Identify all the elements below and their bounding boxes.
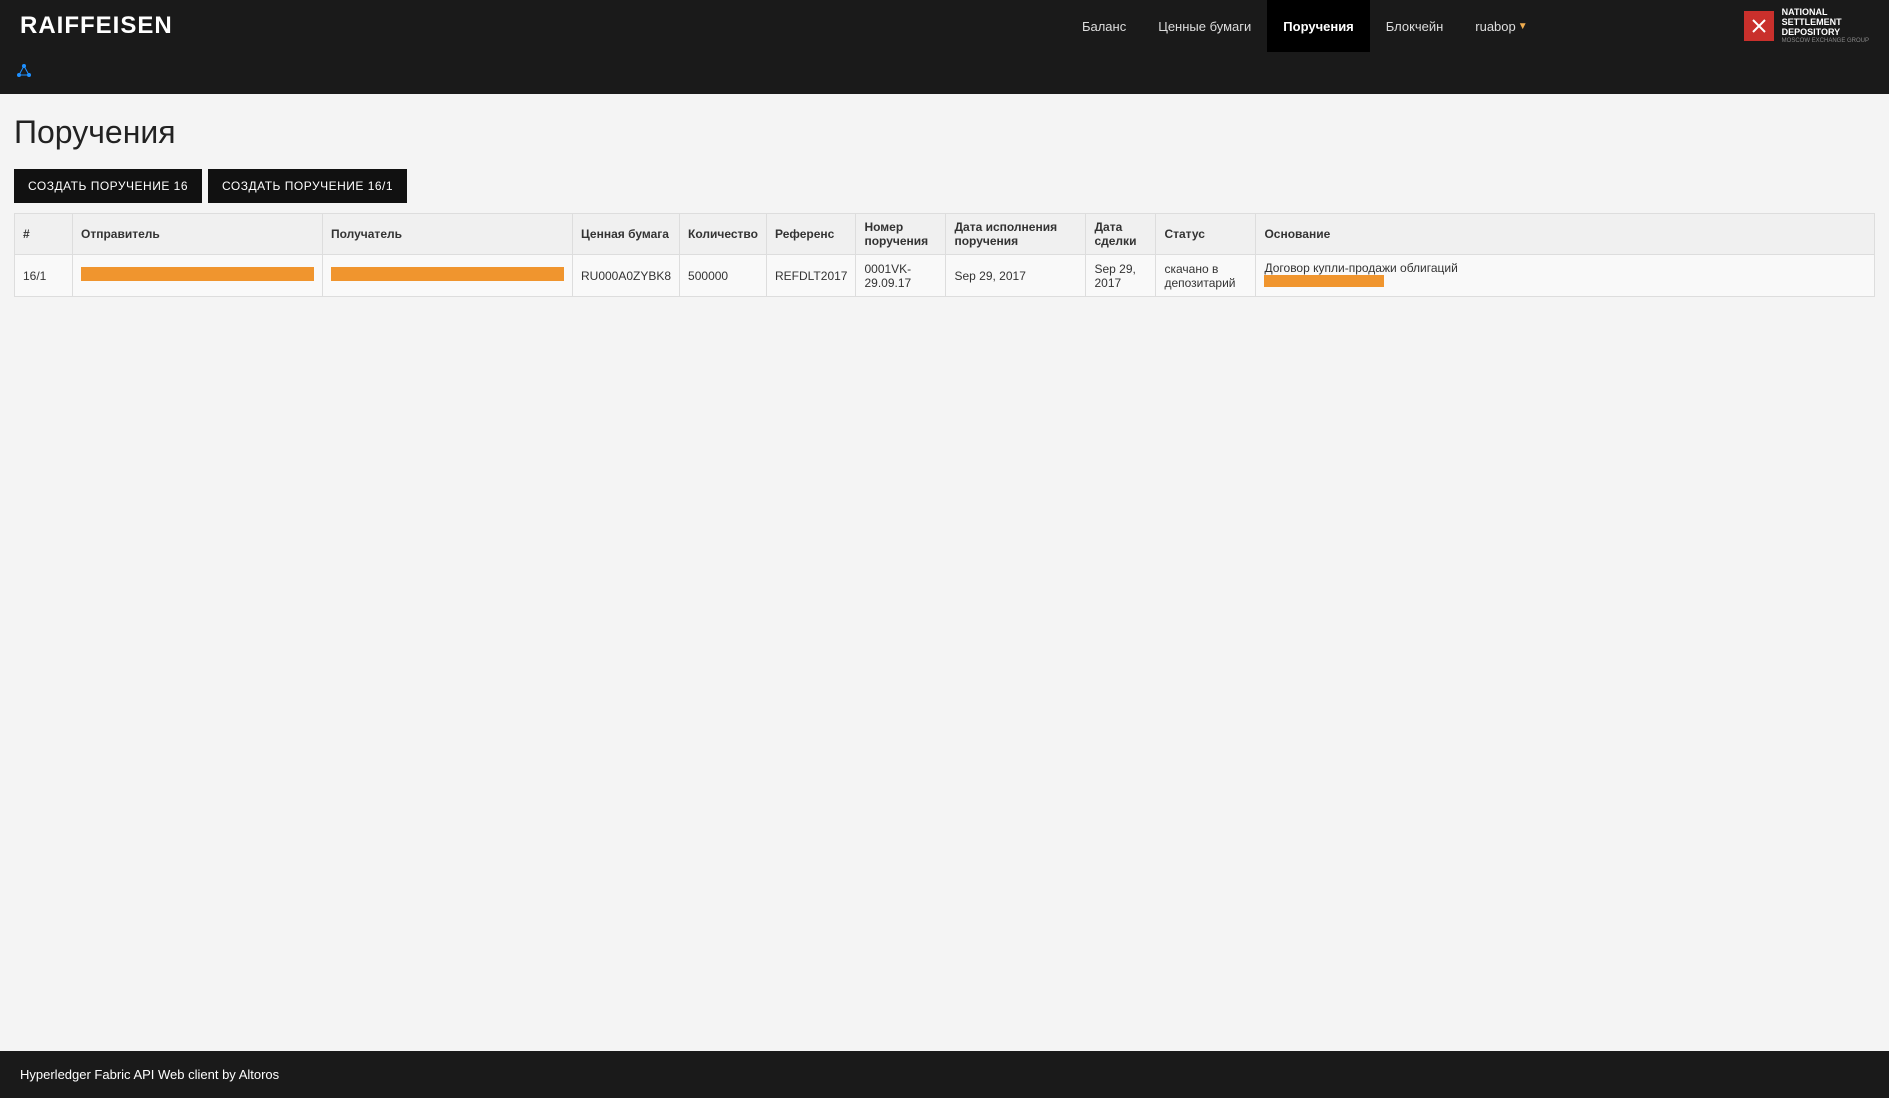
top-navbar: RAIFFEISEN Баланс Ценные бумаги Поручени… [0,0,1889,52]
cell-trade-date: Sep 29, 2017 [1086,255,1156,297]
page-title: Поручения [14,114,1875,151]
cell-basis: Договор купли-продажи облигаций [1256,255,1875,297]
cell-sender [73,255,323,297]
nsd-logo: NATIONAL SETTLEMENT DEPOSITORY MOSCOW EX… [1744,8,1869,44]
th-trade-date: Дата сделки [1086,214,1156,255]
cell-recipient [323,255,573,297]
nsd-sub: MOSCOW EXCHANGE GROUP [1782,38,1869,44]
th-order-num: Номер поручения [856,214,946,255]
nav-orders[interactable]: Поручения [1267,0,1370,52]
sub-navbar [0,52,1889,94]
brand-logo[interactable]: RAIFFEISEN [20,12,173,40]
nav-balance[interactable]: Баланс [1066,0,1142,52]
footer-text: Hyperledger Fabric API Web client by Alt… [20,1067,279,1082]
cell-security: RU000A0ZYBK8 [573,255,680,297]
cell-ref: REFDLT2017 [766,255,855,297]
cell-status: скачано в депозитарий [1156,255,1256,297]
basis-text: Договор купли-продажи облигаций [1264,261,1457,275]
table-row[interactable]: 16/1 RU000A0ZYBK8 500000 REFDLT2017 0001… [15,255,1875,297]
main-nav: Баланс Ценные бумаги Поручения Блокчейн … [1066,0,1544,52]
table-header-row: # Отправитель Получатель Ценная бумага К… [15,214,1875,255]
nav-securities[interactable]: Ценные бумаги [1142,0,1267,52]
action-buttons: СОЗДАТЬ ПОРУЧЕНИЕ 16 СОЗДАТЬ ПОРУЧЕНИЕ 1… [14,169,1875,203]
nav-user-label: ruabop [1475,19,1515,34]
redacted-block [331,267,564,281]
redacted-block [1264,275,1384,287]
cell-order-num: 0001VK-29.09.17 [856,255,946,297]
cell-qty: 500000 [680,255,767,297]
th-basis: Основание [1256,214,1875,255]
nav-user-dropdown[interactable]: ruabop▼ [1459,0,1543,52]
main-content: Поручения СОЗДАТЬ ПОРУЧЕНИЕ 16 СОЗДАТЬ П… [0,94,1889,337]
caret-down-icon: ▼ [1518,21,1528,32]
th-num: # [15,214,73,255]
create-order-16-button[interactable]: СОЗДАТЬ ПОРУЧЕНИЕ 16 [14,169,202,203]
orders-table: # Отправитель Получатель Ценная бумага К… [14,213,1875,297]
nsd-line3: DEPOSITORY [1782,28,1869,38]
th-status: Статус [1156,214,1256,255]
create-order-16-1-button[interactable]: СОЗДАТЬ ПОРУЧЕНИЕ 16/1 [208,169,407,203]
network-icon[interactable] [6,59,42,88]
th-qty: Количество [680,214,767,255]
th-ref: Референс [766,214,855,255]
th-security: Ценная бумага [573,214,680,255]
nav-blockchain[interactable]: Блокчейн [1370,0,1459,52]
th-exec-date: Дата исполнения поручения [946,214,1086,255]
th-sender: Отправитель [73,214,323,255]
th-recipient: Получатель [323,214,573,255]
footer: Hyperledger Fabric API Web client by Alt… [0,1051,1889,1098]
nsd-text-block: NATIONAL SETTLEMENT DEPOSITORY MOSCOW EX… [1782,8,1869,44]
nsd-icon [1744,11,1774,41]
cell-num: 16/1 [15,255,73,297]
redacted-block [81,267,314,281]
cell-exec-date: Sep 29, 2017 [946,255,1086,297]
